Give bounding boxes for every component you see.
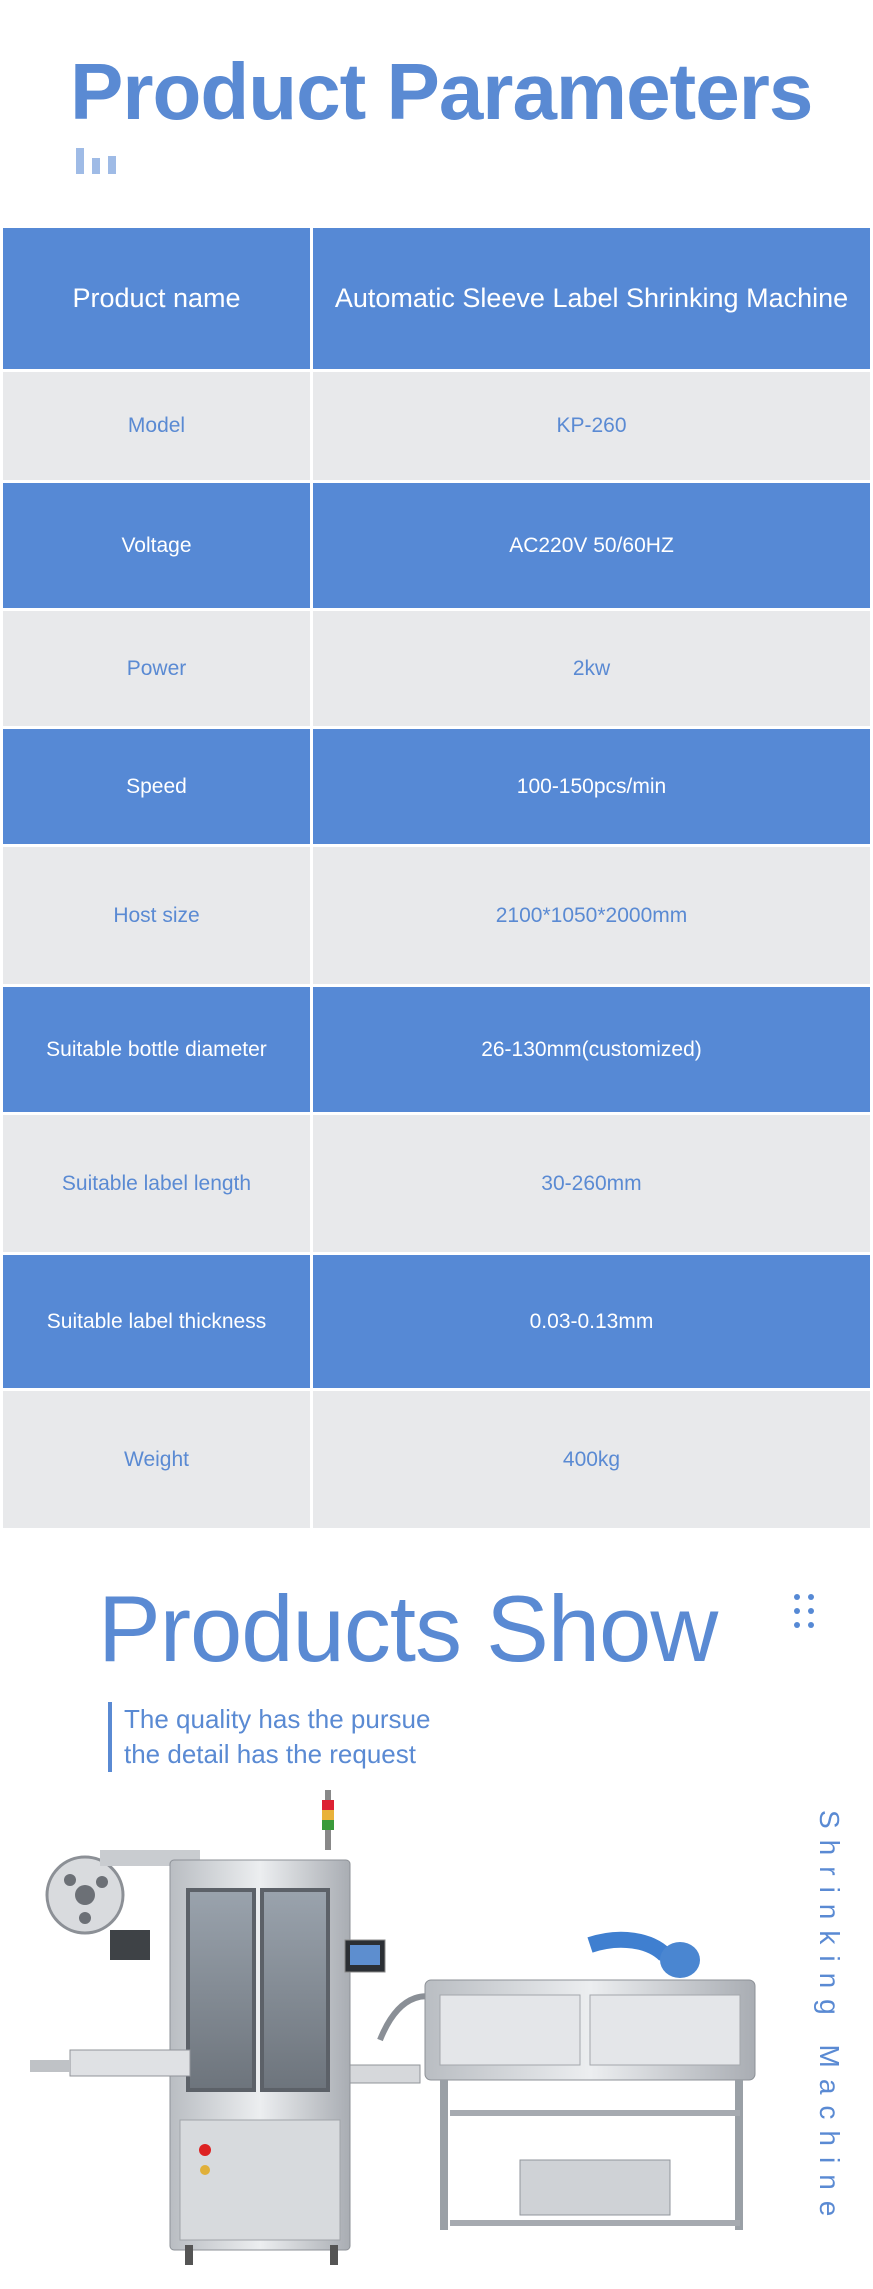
row-value: 2100*1050*2000mm [310,844,873,987]
row-value: 0.03-0.13mm [310,1252,873,1391]
decorative-dots-icon [794,1594,818,1634]
row-label: Suitable label length [0,1112,313,1255]
row-value: 30-260mm [310,1112,873,1255]
table-row: Suitable label length 30-260mm [0,1112,873,1255]
decorative-bars-icon [76,148,126,174]
row-value: 400kg [310,1388,873,1531]
row-label: Model [0,369,313,483]
row-label: Suitable bottle diameter [0,984,313,1115]
row-value: AC220V 50/60HZ [310,480,873,611]
row-label: Speed [0,726,313,847]
page-title: Product Parameters [70,47,813,136]
table-row: Speed 100-150pcs/min [0,726,873,847]
row-label: Suitable label thickness [0,1252,313,1391]
tagline: The quality has the pursue the detail ha… [108,1702,430,1772]
row-label: Power [0,608,313,729]
row-value: 100-150pcs/min [310,726,873,847]
row-label: Weight [0,1388,313,1531]
table-header-label: Product name [0,225,313,372]
table-row: Host size 2100*1050*2000mm [0,844,873,987]
tagline-line-1: The quality has the pursue [124,1704,431,1734]
row-value: 2kw [310,608,873,729]
table-header-row: Product name Automatic Sleeve Label Shri… [0,225,873,372]
vertical-caption: Shrinking Machine [814,1810,845,2228]
table-row: Suitable bottle diameter 26-130mm(custom… [0,984,873,1115]
row-label: Host size [0,844,313,987]
table-row: Suitable label thickness 0.03-0.13mm [0,1252,873,1391]
table-row: Model KP-260 [0,369,873,483]
table-header-value: Automatic Sleeve Label Shrinking Machine [310,225,873,372]
row-value: 26-130mm(customized) [310,984,873,1115]
tagline-line-2: the detail has the request [124,1739,416,1769]
row-label: Voltage [0,480,313,611]
row-value: KP-260 [310,369,873,483]
parameters-table: Product name Automatic Sleeve Label Shri… [0,225,873,1531]
table-row: Voltage AC220V 50/60HZ [0,480,873,611]
table-row: Weight 400kg [0,1388,873,1531]
machine-image [30,1790,756,2265]
section-title: Products Show [98,1576,718,1681]
table-row: Power 2kw [0,608,873,729]
